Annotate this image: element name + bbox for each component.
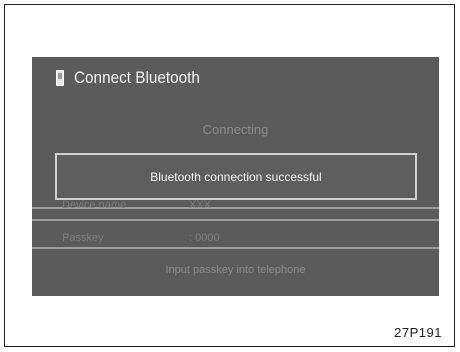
device-name-label: Device name xyxy=(62,199,127,211)
divider xyxy=(32,219,439,221)
screen-title: Connect Bluetooth xyxy=(74,68,200,87)
instruction-text: Input passkey into telephone xyxy=(165,264,306,276)
divider xyxy=(32,247,439,249)
manual-page: Connect Bluetooth Connecting Device name… xyxy=(0,0,460,352)
dialog-message: Bluetooth connection successful xyxy=(150,169,322,184)
status-text: Connecting xyxy=(202,122,269,137)
connection-success-dialog[interactable]: Bluetooth connection successful xyxy=(55,153,417,200)
display-screen: Connect Bluetooth Connecting Device name… xyxy=(32,57,439,296)
figure-code: 27P191 xyxy=(394,325,442,340)
title-row: Connect Bluetooth xyxy=(56,63,214,93)
passkey-label: Passkey xyxy=(62,232,104,244)
passkey-value: : 0000 xyxy=(189,232,220,244)
device-name-value: XXX xyxy=(189,199,212,211)
phone-icon xyxy=(56,70,64,86)
